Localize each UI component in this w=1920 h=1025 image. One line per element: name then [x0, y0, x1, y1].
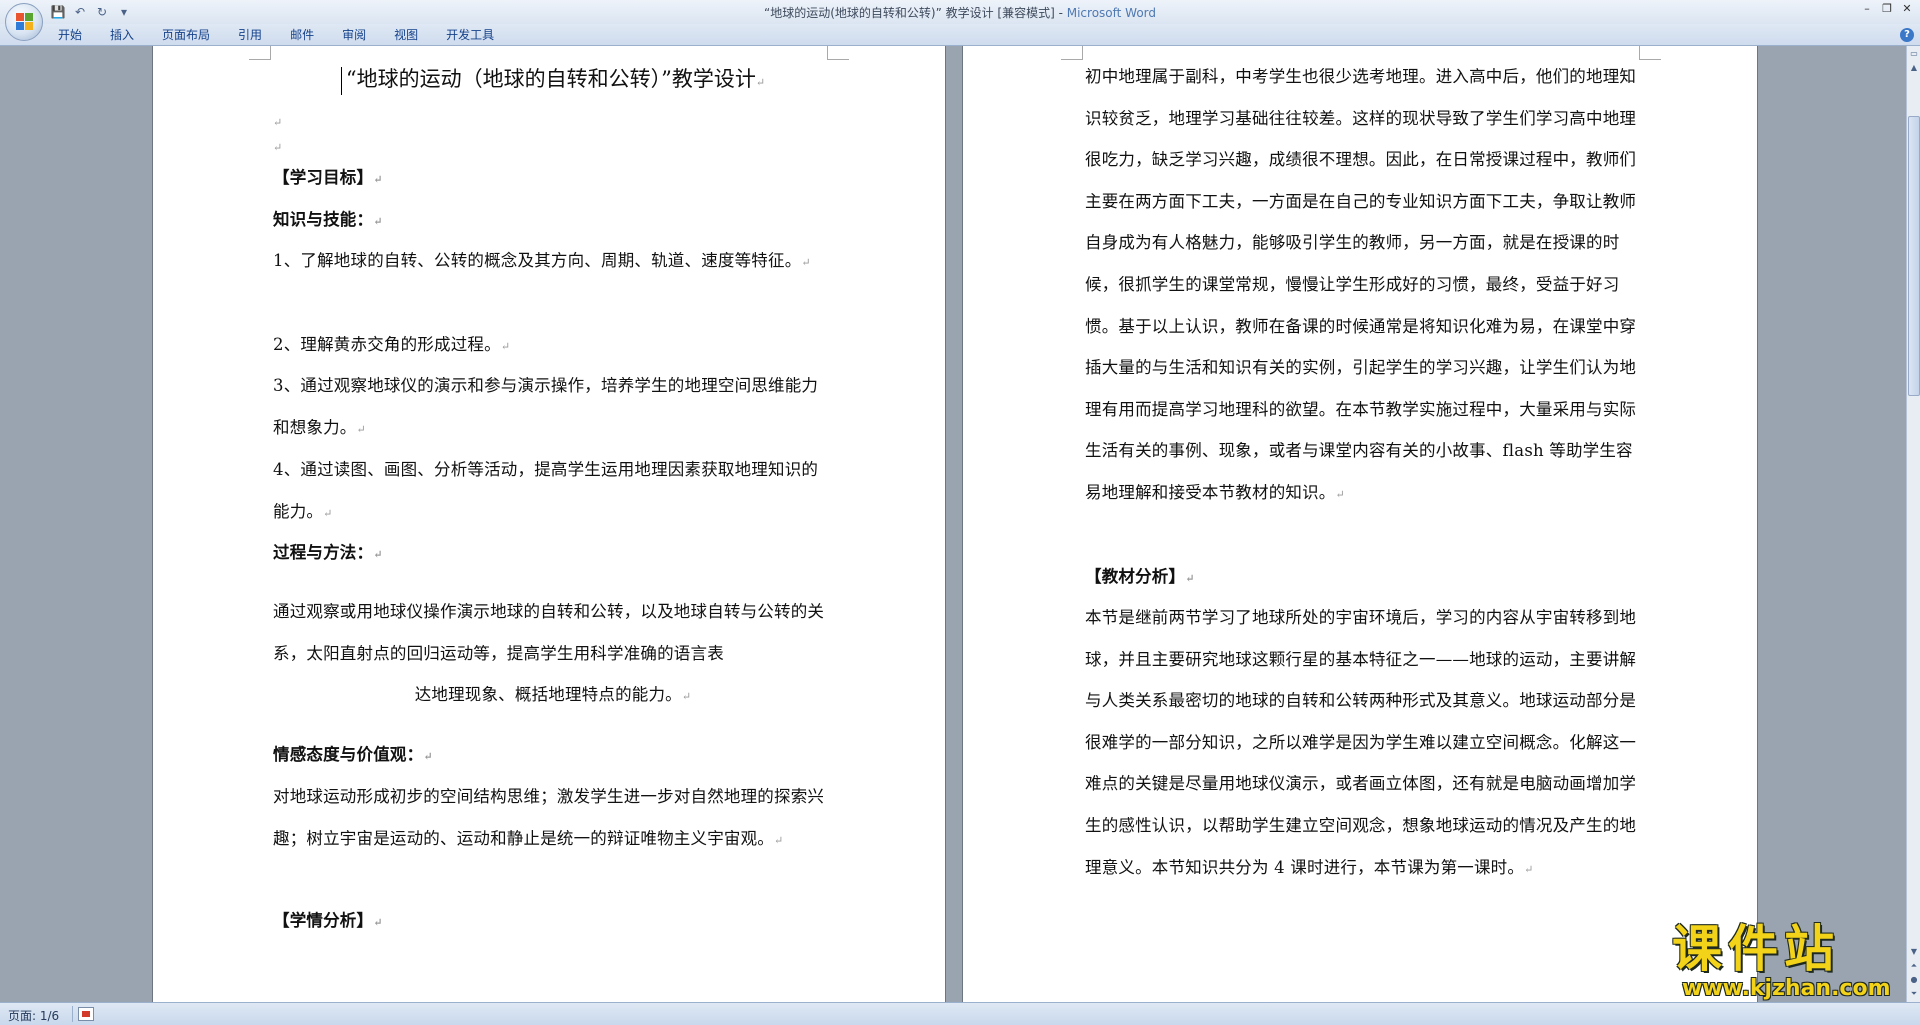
- tab-review[interactable]: 审阅: [342, 28, 380, 42]
- margin-corner: [827, 46, 849, 60]
- objective-item-4: 4、通过读图、画图、分析等活动，提高学生运用地理因素获取地理知识的能力。↵: [273, 460, 819, 521]
- proofing-icon[interactable]: [78, 1007, 94, 1021]
- process-paragraph-end: 达地理现象、概括地理特点的能力。↵: [414, 685, 692, 704]
- page-right[interactable]: 初中地理属于副科，中考学生也很少选考地理。进入高中后，他们的地理知识较贫乏，地理…: [962, 46, 1758, 1002]
- close-icon[interactable]: ✕: [1900, 2, 1914, 16]
- section-heading-material: 【教材分析】↵: [1085, 567, 1195, 586]
- process-paragraph: 通过观察或用地球仪操作演示地球的自转和公转，以及地球自转与公转的关系，太阳直射点…: [273, 602, 825, 663]
- objective-item-2: 2、理解黄赤交角的形成过程。↵: [273, 335, 511, 354]
- document-title: “地球的运动(地球的自转和公转)” 教学设计 [兼容模式] -: [763, 6, 1067, 20]
- scrollbar-thumb[interactable]: [1908, 116, 1920, 396]
- objective-item-3: 3、通过观察地球仪的演示和参与演示操作，培养学生的地理空间思维能力和想象力。↵: [273, 376, 819, 437]
- status-divider: [72, 1006, 73, 1022]
- page-left[interactable]: “地球的运动（地球的自转和公转）”教学设计↵ ↵ ↵ 【学习目标】↵ 知识与技能…: [152, 46, 946, 1002]
- student-analysis-paragraph: 初中地理属于副科，中考学生也很少选考地理。进入高中后，他们的地理知识较贫乏，地理…: [1085, 67, 1637, 502]
- subheading-knowledge: 知识与技能：↵: [273, 210, 383, 229]
- subheading-emotion: 情感态度与价值观：↵: [273, 745, 433, 764]
- previous-page-icon[interactable]: ⏶: [1908, 960, 1920, 972]
- section-heading-objectives: 【学习目标】↵: [273, 168, 383, 187]
- window-controls: – ❐ ✕: [1860, 2, 1914, 16]
- minimize-icon[interactable]: –: [1860, 2, 1874, 16]
- office-logo-icon: [16, 13, 34, 31]
- document-heading: “地球的运动（地球的自转和公转）”教学设计↵: [273, 64, 833, 98]
- scroll-up-icon[interactable]: ▲: [1908, 62, 1920, 74]
- subheading-process: 过程与方法：↵: [273, 543, 383, 562]
- help-icon[interactable]: ?: [1900, 28, 1914, 42]
- tab-insert[interactable]: 插入: [110, 28, 148, 42]
- text-cursor: [340, 66, 342, 95]
- tab-mailings[interactable]: 邮件: [290, 28, 328, 42]
- tab-home[interactable]: 开始: [58, 28, 96, 42]
- margin-corner: [1061, 46, 1083, 60]
- ruler-toggle-icon[interactable]: ▭: [1908, 48, 1920, 60]
- next-page-icon[interactable]: ⏷: [1908, 988, 1920, 1000]
- section-heading-analysis: 【学情分析】↵: [273, 911, 383, 930]
- restore-icon[interactable]: ❐: [1880, 2, 1894, 16]
- tab-page-layout[interactable]: 页面布局: [162, 28, 224, 42]
- title-bar: 💾 ↶ ↻ ▾ “地球的运动(地球的自转和公转)” 教学设计 [兼容模式] - …: [0, 0, 1920, 24]
- tab-view[interactable]: 视图: [394, 28, 432, 42]
- tab-developer[interactable]: 开发工具: [446, 28, 508, 42]
- margin-corner: [249, 46, 271, 60]
- material-analysis-paragraph: 本节是继前两节学习了地球所处的宇宙环境后，学习的内容从宇宙转移到地球，并且主要研…: [1085, 608, 1637, 877]
- window-title: “地球的运动(地球的自转和公转)” 教学设计 [兼容模式] - Microsof…: [0, 4, 1920, 21]
- watermark-logo: 课件站 www.kjzhan.com: [1670, 920, 1900, 1002]
- document-area[interactable]: “地球的运动（地球的自转和公转）”教学设计↵ ↵ ↵ 【学习目标】↵ 知识与技能…: [0, 46, 1906, 1002]
- office-button[interactable]: [5, 3, 43, 41]
- ribbon-tabs: 开始 插入 页面布局 引用 邮件 审阅 视图 开发工具: [58, 28, 522, 42]
- watermark-cn: 课件站: [1672, 920, 1840, 978]
- browse-object-icon[interactable]: ●: [1908, 974, 1920, 986]
- watermark-url: www.kjzhan.com: [1682, 976, 1891, 1001]
- objective-item-1: 1、了解地球的自转、公转的概念及其方向、周期、轨道、速度等特征。↵: [273, 251, 811, 270]
- scroll-down-icon[interactable]: ▼: [1908, 946, 1920, 958]
- tab-references[interactable]: 引用: [238, 28, 276, 42]
- status-bar: 页面: 1/6: [0, 1002, 1920, 1025]
- vertical-scrollbar[interactable]: ▭ ▲ ▼ ⏶ ● ⏷: [1906, 46, 1920, 1002]
- ribbon-tabs-bar: 开始 插入 页面布局 引用 邮件 审阅 视图 开发工具 ?: [0, 24, 1920, 46]
- emotion-paragraph: 对地球运动形成初步的空间结构思维；激发学生进一步对自然地理的探索兴趣；树立宇宙是…: [273, 787, 825, 848]
- app-name: Microsoft Word: [1066, 6, 1157, 20]
- page-count[interactable]: 页面: 1/6: [8, 1007, 59, 1024]
